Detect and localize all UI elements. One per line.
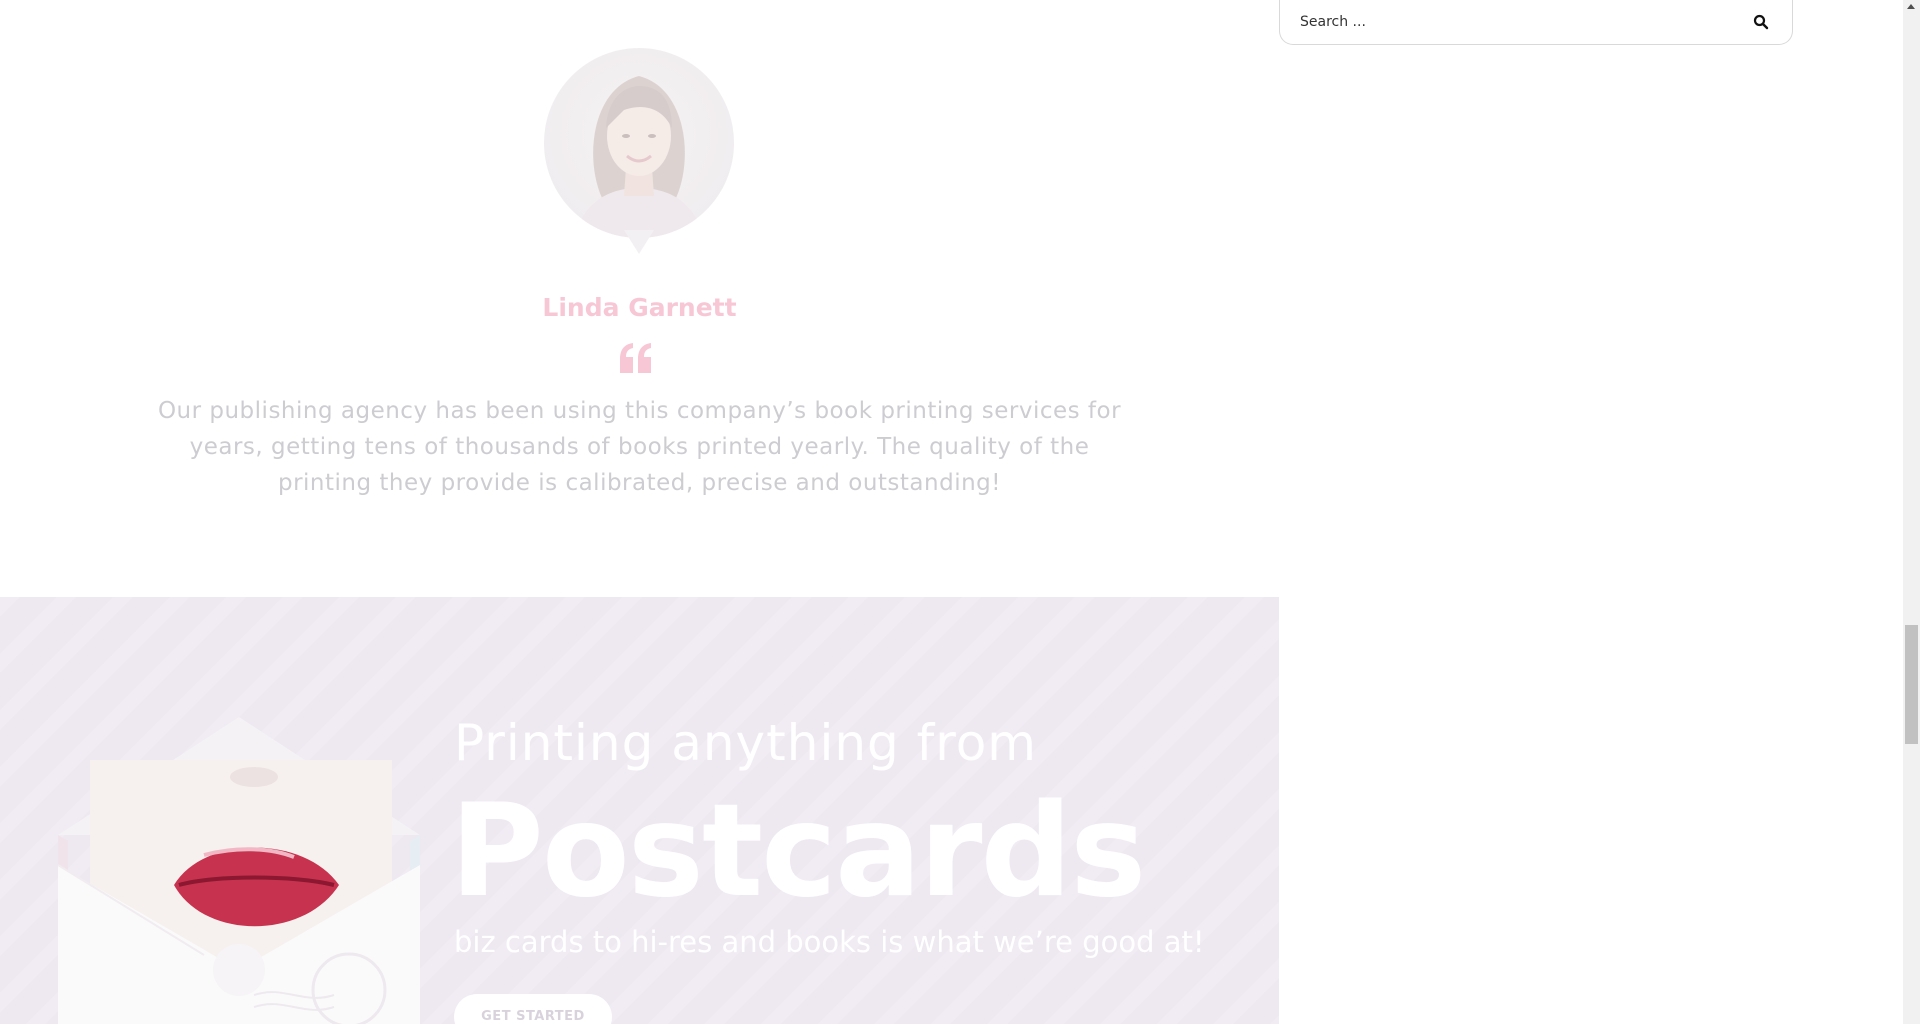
vertical-scrollbar[interactable] — [1903, 0, 1920, 1024]
get-started-button[interactable]: GET STARTED — [454, 994, 612, 1024]
testimonial-section: Linda Garnett Our publishing agency has … — [0, 0, 1279, 597]
testimonial-quote: Our publishing agency has been using thi… — [157, 398, 1122, 496]
quote-icon — [620, 343, 651, 373]
promo-highlight-text: Postcards — [450, 777, 1146, 926]
envelope-illustration — [57, 717, 420, 1024]
chevron-up-icon[interactable] — [1907, 4, 1915, 9]
search-input[interactable] — [1300, 10, 1730, 34]
promo-banner: Printing anything from Postcards biz car… — [0, 597, 1279, 1024]
avatar — [544, 48, 734, 238]
search-icon — [1753, 14, 1769, 29]
promo-lead-text: Printing anything from — [454, 714, 1038, 772]
search-form — [1279, 0, 1793, 45]
testimonial-avatar-wrap — [544, 48, 734, 258]
promo-subtitle: biz cards to hi-res and books is what we… — [454, 925, 1205, 959]
scrollbar-thumb[interactable] — [1905, 625, 1918, 744]
page: Linda Garnett Our publishing agency has … — [0, 0, 1920, 1024]
testimonial-author-name: Linda Garnett — [542, 293, 737, 322]
search-button[interactable] — [1751, 13, 1771, 33]
avatar-portrait — [574, 76, 704, 238]
avatar-pointer — [624, 230, 654, 254]
